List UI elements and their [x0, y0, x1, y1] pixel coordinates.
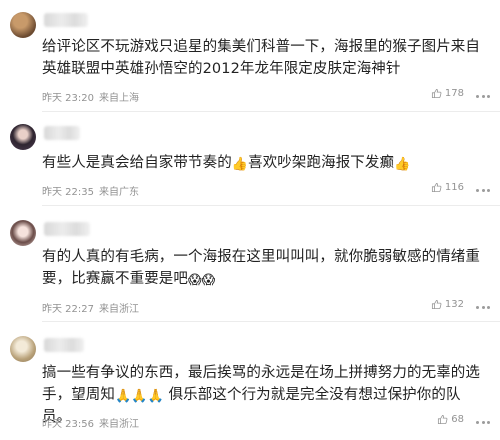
thumbs-up-emoji: 👍	[394, 157, 411, 172]
like-count: 132	[444, 299, 464, 310]
comment-meta: 昨天 22:35 来自广东	[42, 183, 139, 198]
like-count: 116	[444, 182, 464, 193]
pray-emoji: 🙏🙏🙏	[115, 389, 164, 404]
username[interactable]	[44, 13, 88, 27]
thumbs-up-emoji: 👍	[231, 157, 249, 172]
more-dots-icon[interactable]	[476, 184, 490, 196]
like-button[interactable]: 178	[431, 88, 464, 99]
comment-text: 给评论区不玩游戏只追星的集美们科普一下，海报里的猴子图片来自英雄联盟中英雄孙悟空…	[42, 39, 480, 77]
thumbs-up-icon	[431, 299, 442, 310]
comment-meta: 昨天 22:27 来自浙江	[42, 300, 139, 315]
like-count: 178	[444, 88, 464, 99]
more-dots-icon[interactable]	[476, 90, 490, 102]
avatar[interactable]	[10, 12, 36, 38]
comment-time: 昨天 23:56	[42, 419, 94, 430]
comment-location: 来自广东	[99, 187, 139, 198]
username[interactable]	[44, 126, 80, 140]
comment-time: 昨天 22:35	[42, 187, 94, 198]
comment-text-part: 有的人真的有毛病，一个海报在这里叫叫叫，就你脆弱敏感的情绪重要，比赛赢不重要是吧	[42, 249, 480, 287]
comment-location: 来自浙江	[99, 304, 139, 315]
more-dots-icon[interactable]	[476, 301, 490, 313]
comment-time: 昨天 23:20	[42, 93, 94, 104]
username[interactable]	[44, 338, 84, 352]
like-button[interactable]: 116	[431, 182, 464, 193]
comment-time: 昨天 22:27	[42, 304, 94, 315]
comment-text-part: 有些人是真会给自家带节奏的	[42, 155, 232, 171]
more-dots-icon[interactable]	[476, 416, 490, 428]
divider	[42, 205, 500, 206]
avatar[interactable]	[10, 336, 36, 362]
divider	[42, 321, 500, 322]
comment-location: 来自浙江	[99, 419, 139, 430]
comment-meta: 昨天 23:56 来自浙江	[42, 415, 139, 430]
thumbs-up-icon	[438, 414, 448, 425]
like-count: 68	[451, 414, 464, 425]
like-button[interactable]: 68	[437, 414, 464, 425]
avatar[interactable]	[10, 124, 36, 150]
divider	[42, 111, 500, 112]
comment-location: 来自上海	[99, 93, 139, 104]
like-button[interactable]: 132	[431, 299, 464, 310]
avatar[interactable]	[10, 220, 36, 246]
comment-text: 有些人是真会给自家带节奏的👍喜欢吵架跑海报下发癫👍	[42, 152, 482, 174]
comment-meta: 昨天 23:20 来自上海	[42, 89, 139, 104]
shocked-emoji: 😱😱	[188, 273, 216, 288]
thumbs-up-icon	[431, 88, 442, 99]
username[interactable]	[44, 222, 90, 236]
comment-text: 有的人真的有毛病，一个海报在这里叫叫叫，就你脆弱敏感的情绪重要，比赛赢不重要是吧…	[42, 246, 482, 290]
thumbs-up-icon	[431, 182, 442, 193]
comment-text-part: 喜欢吵架跑海报下发癫	[248, 155, 395, 171]
